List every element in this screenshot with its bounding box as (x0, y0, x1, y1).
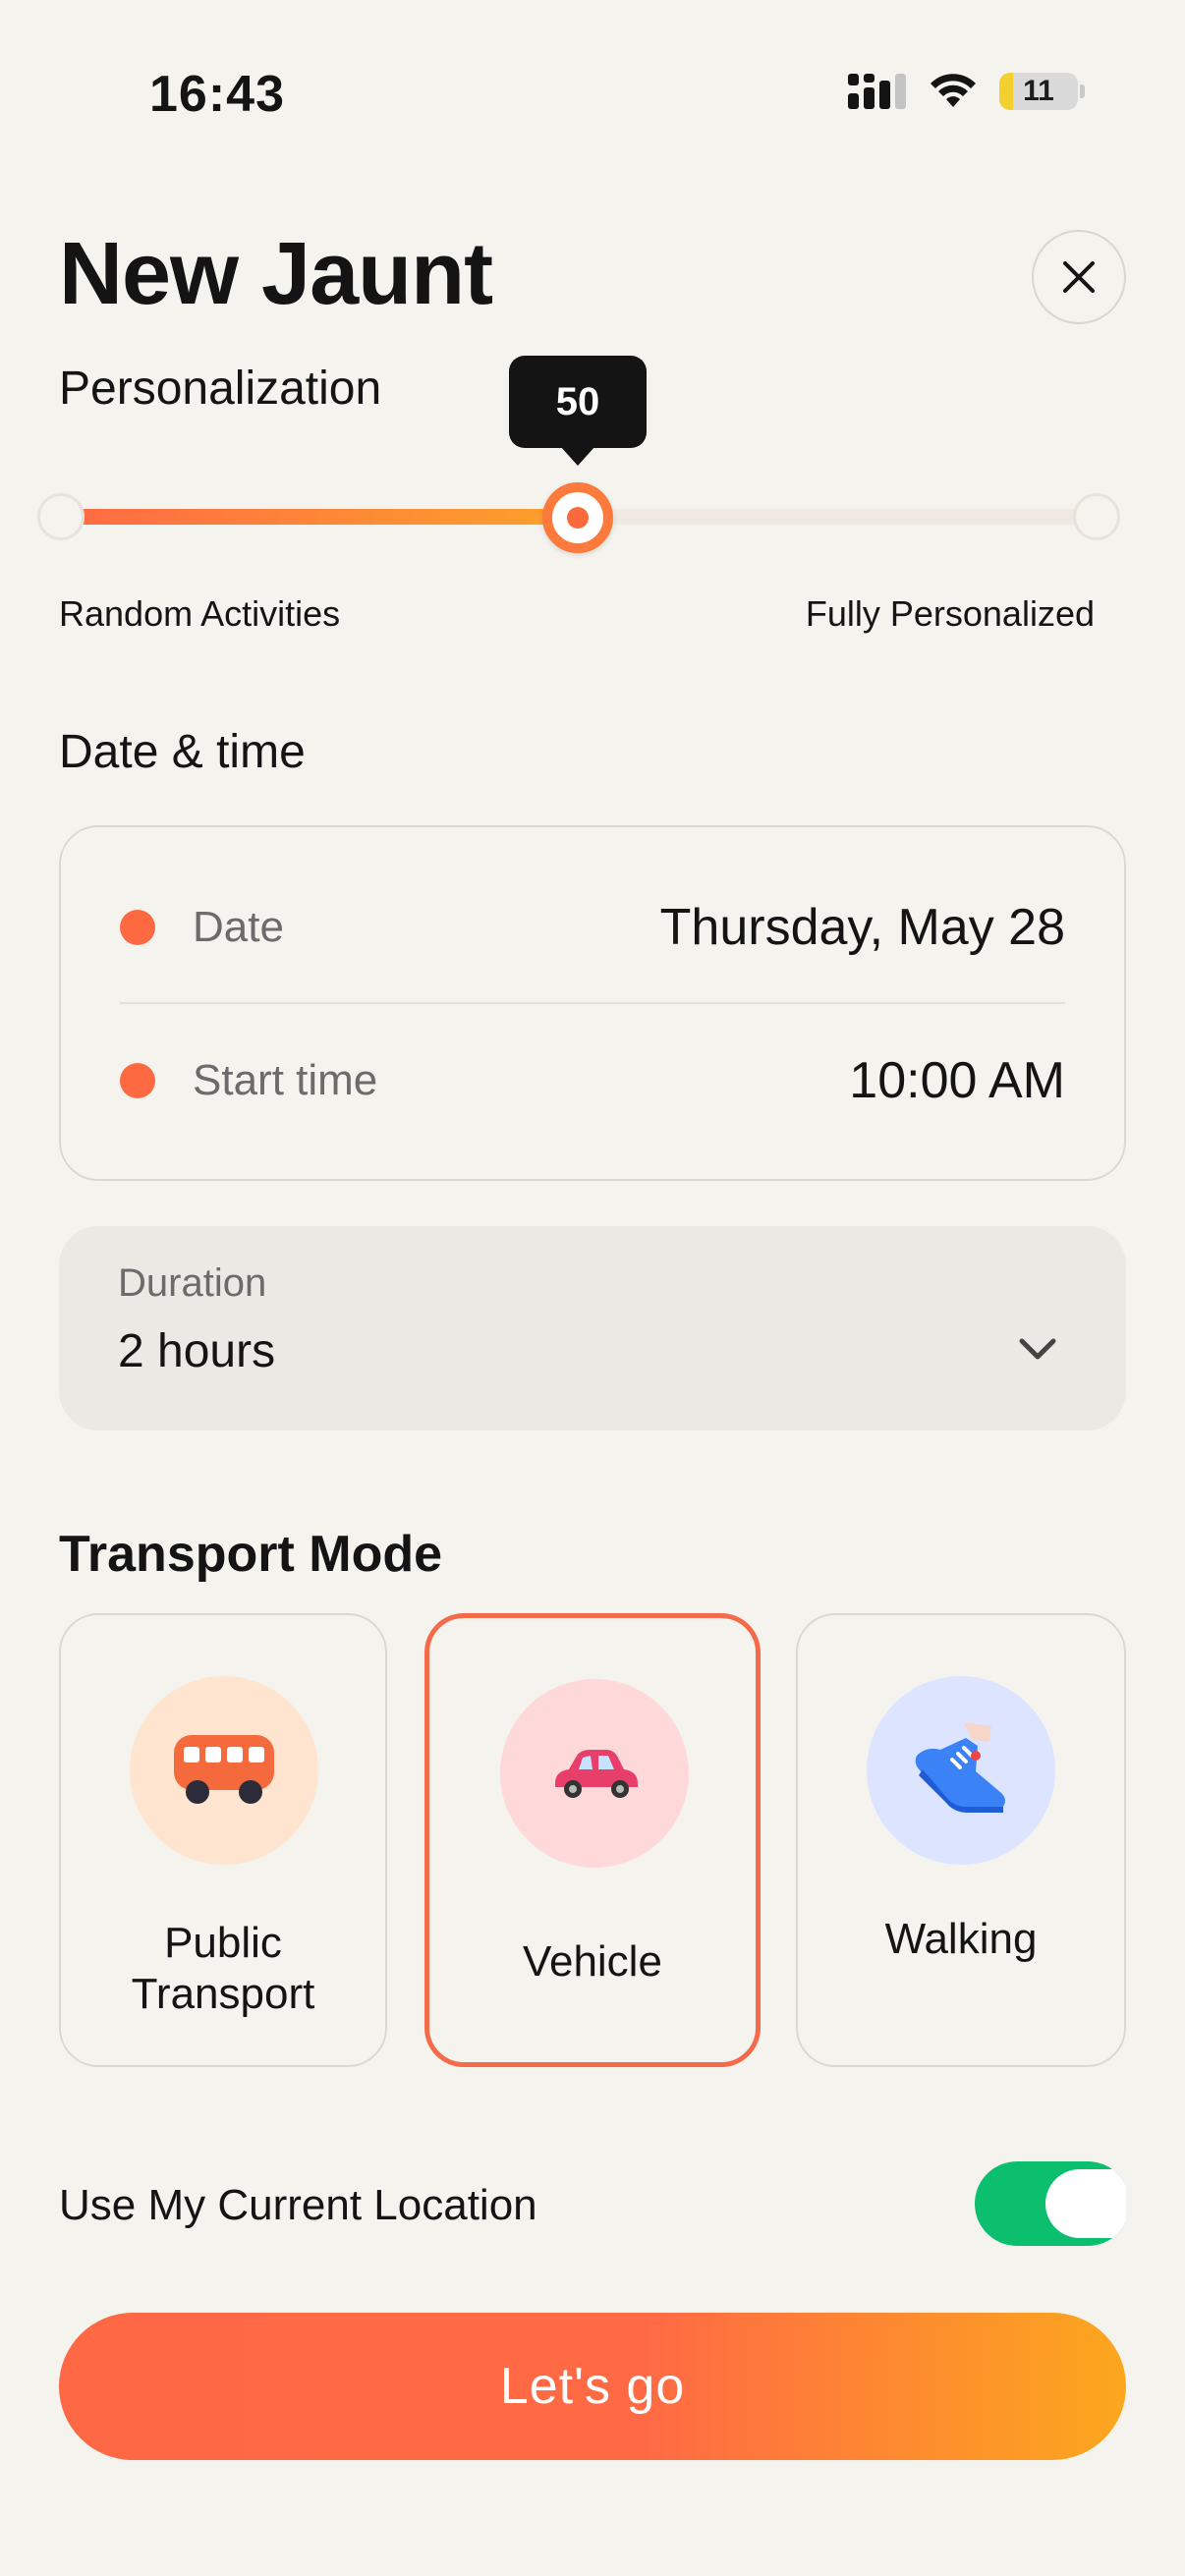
date-row[interactable]: Date Thursday, May 28 (120, 888, 1065, 967)
toggle-knob (1045, 2169, 1130, 2238)
lets-go-button[interactable]: Let's go (59, 2313, 1126, 2460)
status-time: 16:43 (149, 66, 285, 123)
use-current-location-label: Use My Current Location (59, 2181, 537, 2229)
start-time-row[interactable]: Start time 10:00 AM (120, 1041, 1065, 1120)
personalization-slider-thumb[interactable] (542, 482, 613, 553)
car-icon-circle (500, 1679, 689, 1868)
transport-mode-title: Transport Mode (59, 1526, 443, 1583)
transport-option-walking[interactable]: Walking (796, 1613, 1126, 2067)
transport-option-label: Public Transport (131, 1919, 315, 2018)
transport-option-vehicle[interactable]: Vehicle (424, 1613, 761, 2067)
duration-label: Duration (118, 1261, 267, 1305)
start-time-dot-icon (120, 1063, 155, 1098)
sneaker-icon-circle (867, 1676, 1055, 1865)
screen-edge (1126, 2152, 1185, 2260)
cellular-signal-icon (848, 74, 906, 109)
transport-option-label: Walking (884, 1915, 1038, 1963)
slider-min-endpoint (37, 493, 85, 540)
use-current-location-toggle[interactable] (975, 2161, 1130, 2246)
bus-icon (174, 1735, 274, 1804)
start-time-value: 10:00 AM (849, 1052, 1065, 1109)
slider-thumb-dot (567, 507, 589, 529)
duration-dropdown[interactable]: Duration 2 hours (59, 1226, 1126, 1430)
slider-min-label: Random Activities (59, 593, 341, 634)
date-value: Thursday, May 28 (659, 899, 1065, 956)
car-icon (555, 1750, 638, 1798)
close-button[interactable] (1032, 230, 1126, 324)
battery-level: 11 (1023, 75, 1054, 107)
slider-track-fill (59, 509, 578, 525)
battery-icon: 11 (999, 73, 1078, 110)
date-dot-icon (120, 910, 155, 945)
wifi-icon (931, 74, 976, 107)
divider (120, 1002, 1065, 1004)
duration-value: 2 hours (118, 1325, 276, 1377)
page-title: New Jaunt (59, 225, 493, 323)
personalization-label: Personalization (59, 363, 382, 415)
slider-max-label: Fully Personalized (805, 593, 1095, 634)
date-time-card: Date Thursday, May 28 Start time 10:00 A… (59, 825, 1126, 1181)
transport-option-label: Vehicle (523, 1937, 662, 1986)
date-label: Date (193, 903, 284, 951)
slider-max-endpoint (1073, 493, 1120, 540)
start-time-label: Start time (193, 1056, 378, 1104)
new-jaunt-screen: 16:43 11 New Jaunt Personalization 50 Ra… (0, 0, 1185, 2576)
bus-icon-circle (130, 1676, 318, 1865)
sneaker-icon (915, 1722, 1005, 1813)
date-time-label: Date & time (59, 726, 306, 778)
status-icons: 11 (848, 73, 1085, 110)
battery-nub (1080, 84, 1085, 98)
slider-value-tooltip: 50 (509, 356, 647, 466)
close-icon (1063, 261, 1095, 293)
transport-option-public-transport[interactable]: Public Transport (59, 1613, 387, 2067)
chevron-down-icon (1019, 1338, 1056, 1360)
